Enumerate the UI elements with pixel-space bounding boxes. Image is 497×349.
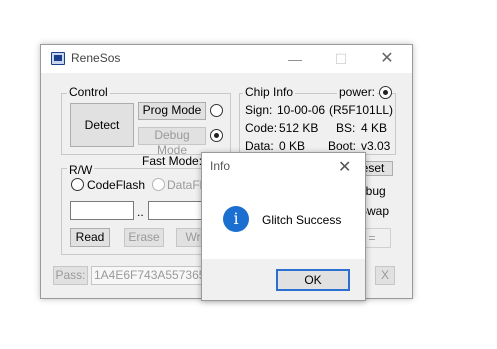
bs-value: 4 KB [361,121,388,135]
power-radio [379,86,392,99]
sign-model: (R5F101LL) [329,103,394,117]
close-button[interactable]: ✕ [364,45,410,73]
power-label: power: [337,85,378,99]
window-title: ReneSos [71,51,121,65]
dataflash-radio[interactable] [152,178,165,191]
pass-button[interactable]: Pass: [53,266,88,285]
code-label: Code: [245,121,278,135]
info-icon: i [223,206,249,232]
boot-label: Boot: [328,139,357,153]
dialog-title: Info [210,159,231,173]
erase-button[interactable]: Erase [124,228,164,247]
sign-value: 10-00-06 [277,103,326,117]
dialog-message: Glitch Success [262,213,342,227]
range-separator: .. [137,205,144,219]
boot-value: v3.03 [361,139,391,153]
maximize-button[interactable]: ☐ [318,45,364,73]
dialog-close-button[interactable]: ✕ [338,157,351,177]
code-value: 512 KB [279,121,319,135]
dialog-title-bar[interactable]: Info ✕ [202,153,365,180]
chip-info-group: Chip Info power: Sign: 10-00-06 (R5F101L… [239,86,396,155]
detect-button[interactable]: Detect [70,103,134,147]
debug-mode-button[interactable]: Debug Mode [138,127,206,157]
app-icon [51,52,65,65]
codeflash-label: CodeFlash [87,178,146,192]
dialog-body: i Glitch Success [202,180,365,259]
data-label: Data: [245,139,274,153]
info-dialog: Info ✕ i Glitch Success OK [201,152,366,301]
codeflash-radio[interactable] [71,178,84,191]
pass-clear-button[interactable]: X [375,266,395,285]
rw-group-label: R/W [67,163,95,177]
debug-mode-radio[interactable] [210,129,223,142]
start-address-input[interactable] [70,201,134,220]
fast-mode-label: Fast Mode: [142,154,203,168]
chip-info-label: Chip Info [243,85,296,99]
sign-label: Sign: [245,103,273,117]
control-group-label: Control [67,85,110,99]
read-button[interactable]: Read [70,228,110,247]
prog-mode-radio[interactable] [210,104,223,117]
control-group: Control Detect Prog Mode Debug Mode [61,86,231,157]
prog-mode-button[interactable]: Prog Mode [138,102,206,120]
ok-button[interactable]: OK [276,269,350,291]
minimize-button[interactable]: — [272,45,318,73]
bs-label: BS: [336,121,356,135]
data-value: 0 KB [279,139,306,153]
title-bar[interactable]: ReneSos — ☐ ✕ [41,45,412,73]
